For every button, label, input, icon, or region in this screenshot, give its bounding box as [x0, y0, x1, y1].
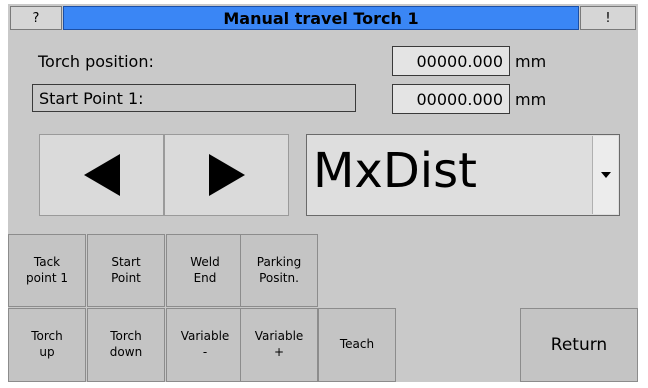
start-point-field: Start Point 1:: [32, 84, 356, 112]
softkey-label: +: [273, 345, 285, 359]
start-point-readout: 00000.000: [416, 89, 503, 109]
softkey-label: Start: [111, 254, 141, 269]
tack-point-button[interactable]: Tack point 1: [8, 234, 86, 307]
softkey-label: -: [202, 345, 208, 359]
alert-button[interactable]: !: [580, 6, 636, 30]
variable-minus-button[interactable]: Variable -: [166, 308, 244, 382]
torch-down-button[interactable]: Torch down: [87, 308, 165, 382]
softkey-label: Positn.: [259, 270, 299, 285]
weld-end-button[interactable]: Weld End: [166, 234, 244, 307]
softkey-label: point 1: [25, 270, 69, 285]
start-point-unit: mm: [515, 90, 547, 109]
softkey-label: Variable: [254, 329, 304, 344]
softkey-label: End: [193, 270, 217, 285]
softkey-label: Teach: [339, 337, 375, 352]
softkey-label: up: [39, 345, 55, 359]
travel-mode-dropdown[interactable]: MxDist: [306, 134, 620, 216]
jog-left-button[interactable]: [39, 134, 164, 216]
help-button[interactable]: ?: [10, 6, 62, 30]
softkey-label: Weld: [190, 254, 220, 269]
page-title: Manual travel Torch 1: [223, 8, 419, 28]
title-bar: Manual travel Torch 1: [63, 6, 579, 30]
start-point-label: Start Point 1:: [39, 88, 144, 108]
right-arrow-icon: [208, 154, 245, 196]
torch-position-unit: mm: [515, 52, 547, 71]
softkey-label: down: [109, 345, 143, 359]
torch-position-value: 00000.000: [392, 46, 510, 76]
start-point-value: 00000.000: [392, 84, 510, 114]
return-button[interactable]: Return: [520, 308, 638, 382]
torch-position-readout: 00000.000: [416, 51, 503, 71]
softkey-label: Torch: [31, 329, 63, 344]
chevron-down-icon: [600, 172, 611, 178]
torch-position-label: Torch position:: [38, 52, 154, 71]
softkey-label: Parking: [256, 254, 302, 269]
manual-travel-screen: ? Manual travel Torch 1 ! Torch position…: [8, 4, 638, 382]
softkey-label: Tack: [33, 254, 61, 269]
teach-button[interactable]: Teach: [318, 308, 396, 382]
start-point-button[interactable]: Start Point: [87, 234, 165, 307]
softkey-label: Point: [111, 270, 141, 285]
variable-plus-button[interactable]: Variable +: [240, 308, 318, 382]
jog-right-button[interactable]: [164, 134, 289, 216]
parking-position-button[interactable]: Parking Positn.: [240, 234, 318, 307]
return-label: Return: [550, 334, 608, 355]
travel-mode-value: MxDist: [313, 143, 477, 199]
softkey-label: Variable: [180, 329, 230, 344]
left-arrow-icon: [83, 154, 120, 196]
softkey-label: Torch: [110, 329, 142, 344]
dropdown-toggle[interactable]: [592, 136, 618, 214]
torch-up-button[interactable]: Torch up: [8, 308, 86, 382]
